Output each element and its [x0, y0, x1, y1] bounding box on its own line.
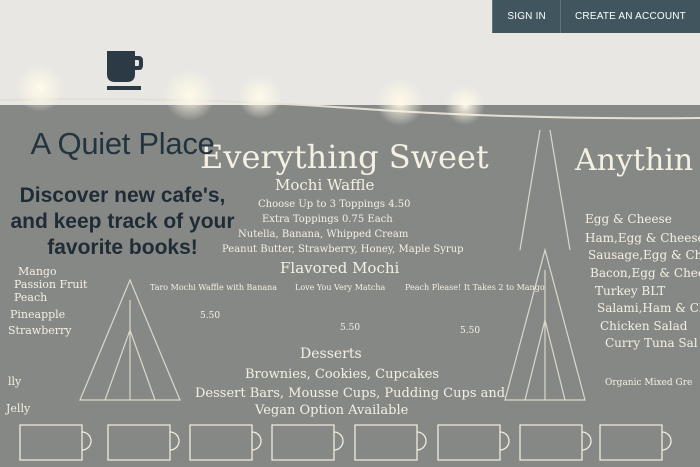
- svg-text:Salami,Ham & Ch: Salami,Ham & Ch: [597, 301, 700, 315]
- svg-text:Passion Fruit: Passion Fruit: [14, 278, 88, 291]
- hero-title: A Quiet Place: [30, 126, 215, 161]
- svg-text:Sausage,Egg & Cheese: Sausage,Egg & Cheese: [588, 248, 700, 262]
- svg-text:Peanut Butter, Strawberry, Hon: Peanut Butter, Strawberry, Honey, Maple …: [222, 244, 464, 255]
- svg-text:5.50: 5.50: [200, 311, 220, 321]
- svg-text:Chicken Salad: Chicken Salad: [600, 319, 688, 333]
- svg-text:Peach Please! It Takes 2 to Ma: Peach Please! It Takes 2 to Mango: [405, 283, 545, 292]
- svg-text:Brownies, Cookies, Cupcakes: Brownies, Cookies, Cupcakes: [245, 367, 439, 382]
- svg-text:Egg & Cheese: Egg & Cheese: [585, 212, 672, 226]
- svg-text:Nutella, Banana, Whipped Cream: Nutella, Banana, Whipped Cream: [238, 229, 409, 240]
- svg-text:lly: lly: [8, 375, 22, 388]
- svg-text:Mochi Waffle: Mochi Waffle: [275, 176, 375, 194]
- svg-text:Jelly: Jelly: [5, 402, 31, 415]
- svg-text:Organic Mixed Gre: Organic Mixed Gre: [605, 378, 692, 388]
- svg-text:Love You Very Matcha: Love You Very Matcha: [295, 283, 385, 292]
- svg-text:Bacon,Egg & Cheese: Bacon,Egg & Cheese: [590, 266, 700, 280]
- svg-text:5.50: 5.50: [340, 323, 360, 333]
- svg-text:Peach: Peach: [14, 291, 47, 304]
- top-nav: SIGN IN CREATE AN ACCOUNT: [492, 0, 700, 33]
- svg-text:Anythin: Anythin: [574, 143, 693, 178]
- svg-text:Turkey BLT: Turkey BLT: [595, 284, 665, 298]
- hero-subtitle: Discover new cafe's, and keep track of y…: [10, 184, 235, 259]
- svg-text:Flavored Mochi: Flavored Mochi: [280, 259, 400, 277]
- svg-text:Taro Mochi Waffle with Banana: Taro Mochi Waffle with Banana: [150, 283, 277, 292]
- svg-text:Pineapple: Pineapple: [10, 308, 65, 321]
- sign-in-button[interactable]: SIGN IN: [492, 0, 560, 33]
- svg-text:Dessert Bars, Mousse Cups, Pud: Dessert Bars, Mousse Cups, Pudding Cups …: [195, 386, 505, 401]
- svg-text:Curry Tuna Sal: Curry Tuna Sal: [605, 336, 698, 350]
- svg-text:Strawberry: Strawberry: [8, 324, 72, 337]
- svg-text:Vegan Option Available: Vegan Option Available: [254, 403, 409, 418]
- coffee-cup-icon: [107, 51, 143, 90]
- svg-text:Ham,Egg & Cheese: Ham,Egg & Cheese: [585, 231, 700, 245]
- svg-text:Desserts: Desserts: [300, 346, 362, 362]
- svg-text:Choose Up to 3 Toppings 4.50: Choose Up to 3 Toppings 4.50: [258, 199, 410, 210]
- svg-text:Extra Toppings 0.75 Each: Extra Toppings 0.75 Each: [262, 214, 393, 225]
- svg-text:5.50: 5.50: [460, 326, 480, 336]
- svg-text:Mango: Mango: [18, 265, 57, 278]
- create-account-button[interactable]: CREATE AN ACCOUNT: [559, 0, 700, 33]
